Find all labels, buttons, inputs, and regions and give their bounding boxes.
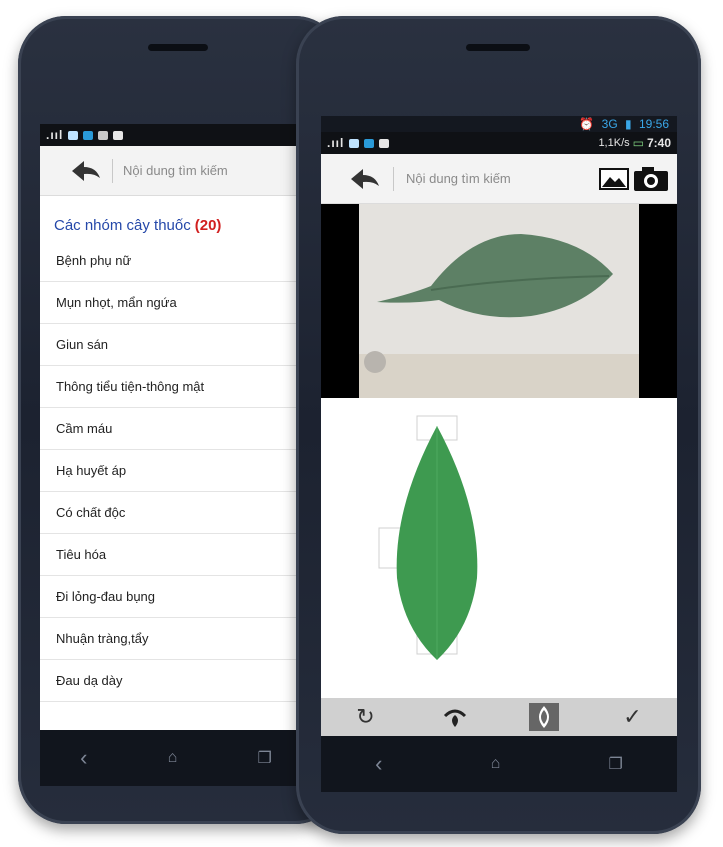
wifi-icon: [349, 138, 360, 148]
message-icon: [113, 130, 124, 140]
list-item[interactable]: Đi lỏng-đau bụng: [40, 576, 312, 618]
captured-photo: [321, 204, 677, 398]
leaf-shape-icon: [528, 703, 559, 731]
leaf-pin-icon: [443, 709, 466, 727]
speaker-grille: [148, 44, 208, 51]
nav-back-icon[interactable]: ‹: [80, 745, 87, 771]
search-bar: Nội dung tìm kiếm: [40, 146, 312, 196]
divider: [112, 158, 113, 183]
camera-icon[interactable]: [633, 166, 669, 192]
search-bar: Nội dung tìm kiếm: [321, 154, 677, 204]
list-item[interactable]: Nhuận tràng,tẩy: [40, 618, 312, 660]
notification-icon: [364, 138, 375, 148]
list-item[interactable]: Giun sán: [40, 324, 312, 366]
nav-recent-icon[interactable]: ❐: [258, 748, 272, 768]
nav-back-icon[interactable]: ‹: [375, 751, 382, 777]
wifi-icon: [68, 130, 79, 140]
list-item[interactable]: Hạ huyết áp: [40, 450, 312, 492]
status-bar: .ııl: [40, 124, 312, 146]
category-list: Bệnh phụ nữ Mụn nhọt, mẩn ngứa Giun sán …: [40, 240, 312, 702]
gallery-icon[interactable]: [599, 167, 629, 190]
leaf-shape-canvas: [378, 415, 478, 660]
list-item[interactable]: Bệnh phụ nữ: [40, 240, 312, 282]
list-item[interactable]: Cầm máu: [40, 408, 312, 450]
list-item[interactable]: Thông tiểu tiện-thông mật: [40, 366, 312, 408]
nav-bar: ‹ ⌂ ❐: [321, 736, 677, 792]
signal-icon: .ııl: [327, 136, 345, 150]
nav-bar: ‹ ⌂ ❐: [40, 730, 312, 786]
message-icon: [379, 138, 390, 148]
confirm-button[interactable]: ✓: [588, 698, 677, 736]
nav-recent-icon[interactable]: ❐: [609, 754, 623, 774]
left-phone: .ııl Nội dung tìm kiếm Các nhóm cây thuố…: [18, 16, 343, 824]
group-header: Các nhóm cây thuốc (20): [54, 210, 312, 240]
nav-home-icon[interactable]: ⌂: [491, 755, 501, 773]
left-screen: .ııl Nội dung tìm kiếm Các nhóm cây thuố…: [40, 124, 312, 730]
list-item[interactable]: Tiêu hóa: [40, 534, 312, 576]
search-input[interactable]: Nội dung tìm kiếm: [123, 163, 228, 178]
signal-icon: .ııl: [46, 128, 64, 142]
list-item[interactable]: Có chất độc: [40, 492, 312, 534]
speaker-grille: [466, 44, 530, 51]
alarm-icon: ⏰: [579, 117, 595, 131]
group-count: (20): [194, 216, 222, 234]
check-icon: ✓: [623, 704, 642, 729]
status-bar: .ııl 1,1K/s ▭ 7:40: [321, 132, 677, 154]
nav-home-icon[interactable]: ⌂: [168, 749, 178, 767]
top-status-strip: ⏰ 3G ▮ 19:56: [321, 116, 677, 132]
back-arrow-icon[interactable]: [349, 166, 383, 192]
top-time: 19:56: [638, 117, 669, 131]
net-speed: 1,1K/s: [598, 137, 630, 149]
rotate-button[interactable]: ↻: [321, 698, 410, 736]
list-item[interactable]: Đau dạ dày: [40, 660, 312, 702]
notification-icon: [83, 130, 94, 140]
edit-toolbar: ↻ ✓: [321, 698, 677, 736]
leaf-shape-area: [321, 398, 677, 698]
list-item[interactable]: Mụn nhọt, mẩn ngứa: [40, 282, 312, 324]
image-icon: [98, 130, 109, 140]
divider: [393, 166, 394, 191]
group-title: Các nhóm cây thuốc: [54, 216, 191, 234]
leaf-shape-button[interactable]: [499, 698, 588, 736]
search-input[interactable]: Nội dung tìm kiếm: [406, 171, 599, 186]
right-screen: ⏰ 3G ▮ 19:56 .ııl 1,1K/s ▭ 7:40 Nội dung…: [321, 116, 677, 736]
leaf-photo: [359, 204, 639, 398]
battery-icon: ▭: [632, 136, 644, 150]
clock: 7:40: [646, 136, 671, 150]
rotate-icon: ↻: [356, 704, 375, 729]
right-phone: ⏰ 3G ▮ 19:56 .ııl 1,1K/s ▭ 7:40 Nội dung…: [296, 16, 701, 834]
back-arrow-icon[interactable]: [70, 158, 104, 184]
network-type: 3G: [601, 117, 618, 131]
battery-icon: ▮: [625, 117, 632, 131]
leaf-pin-button[interactable]: [410, 698, 499, 736]
